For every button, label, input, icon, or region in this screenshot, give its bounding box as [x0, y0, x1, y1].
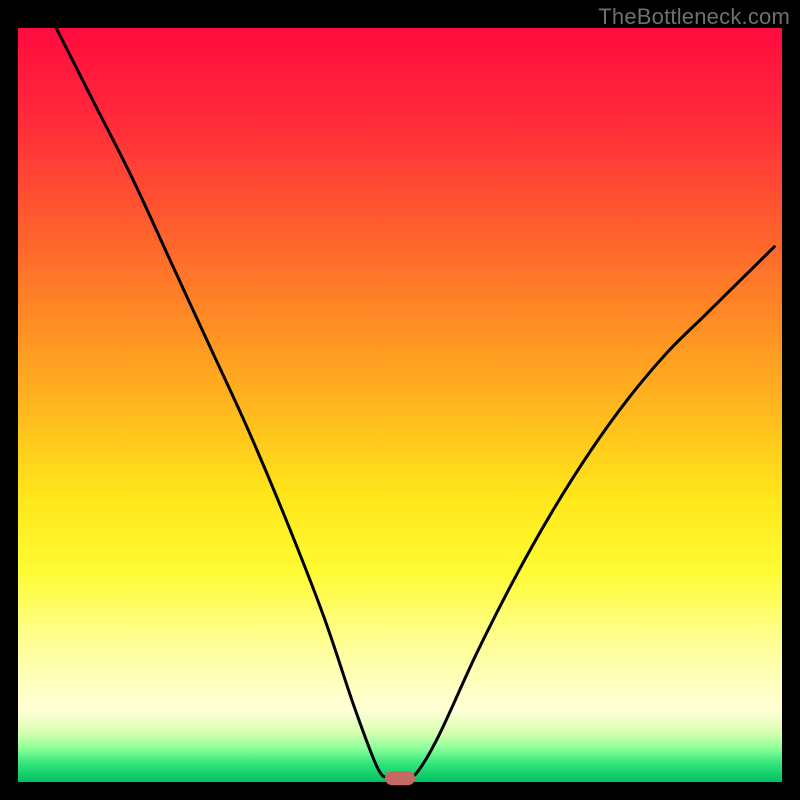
optimal-marker [385, 771, 415, 785]
watermark-text: TheBottleneck.com [598, 4, 790, 30]
bottleneck-chart [0, 0, 800, 800]
chart-container: TheBottleneck.com [0, 0, 800, 800]
plot-area [18, 28, 782, 782]
